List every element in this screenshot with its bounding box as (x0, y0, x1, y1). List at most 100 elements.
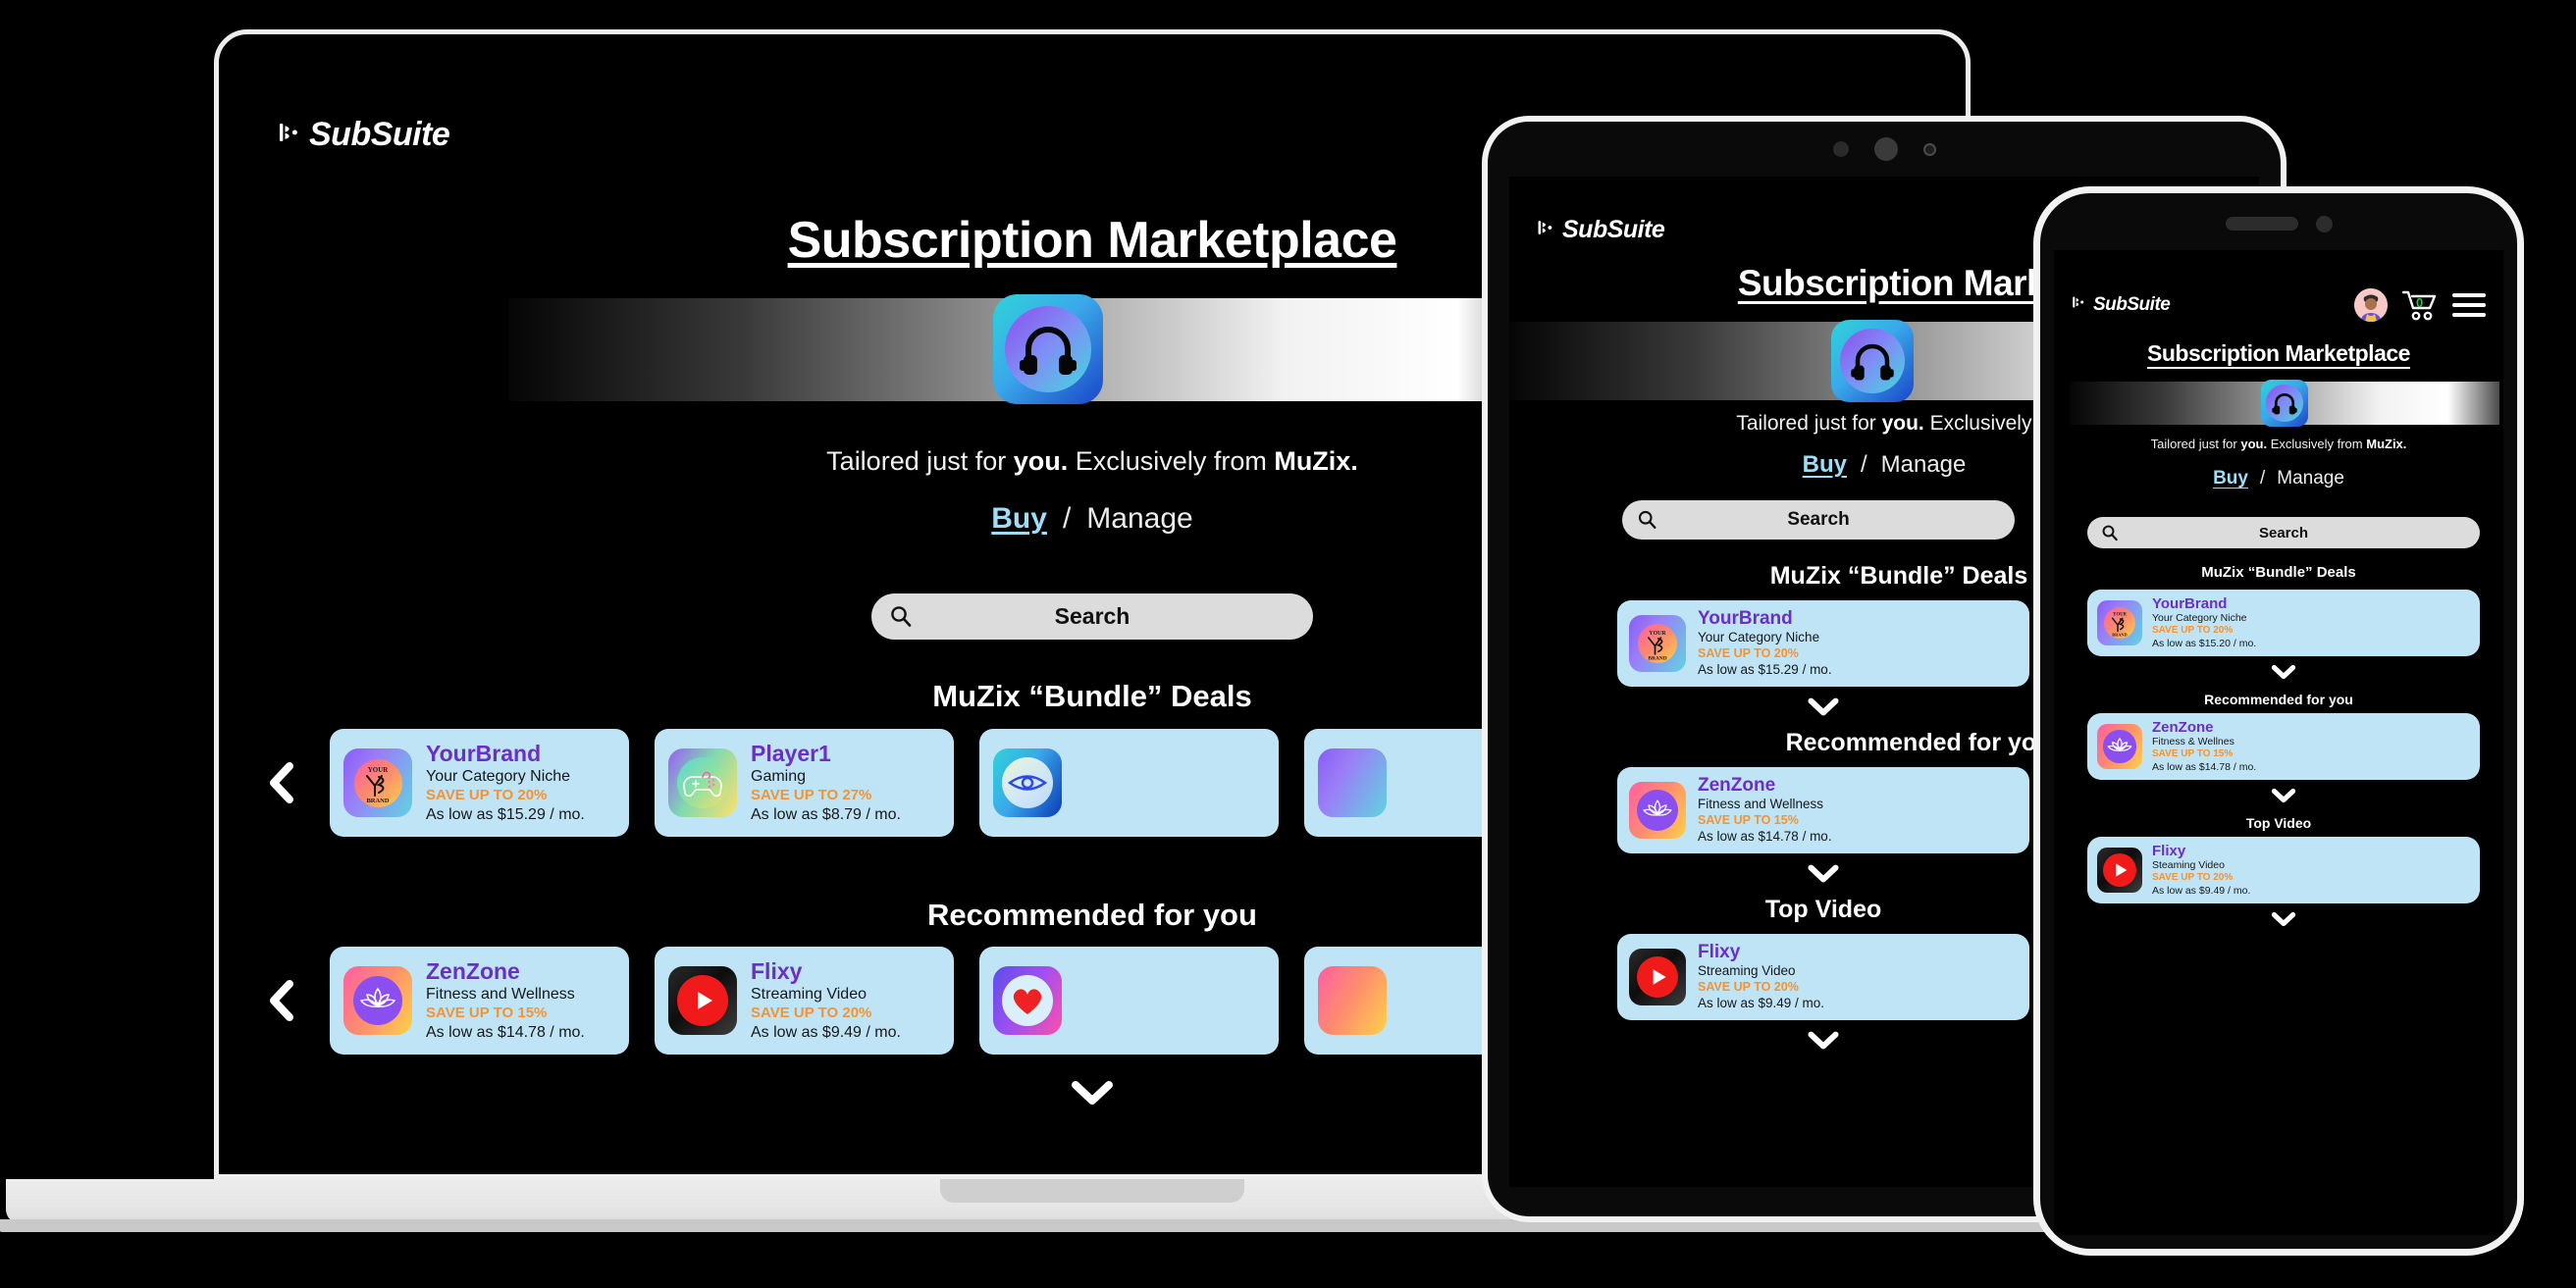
gamepad-icon (668, 748, 737, 817)
card-player1[interactable]: Player1 Gaming SAVE UP TO 27% As low as … (655, 729, 954, 837)
yourbrand-logo-icon: YOUR BRAND (2097, 600, 2142, 645)
headphones-disc (2266, 385, 2303, 422)
phone-expand-button-1[interactable] (2087, 664, 2480, 680)
hero-banner (508, 294, 1588, 404)
brand-logo[interactable]: SubSuite (1537, 216, 1665, 244)
card-flixy[interactable]: Flixy Streaming Video SAVE UP TO 20% As … (655, 947, 954, 1055)
search-input[interactable]: Search (2087, 517, 2480, 548)
nav-separator: / (1062, 502, 1072, 535)
chevron-left-icon (270, 762, 293, 803)
search-label: Search (2258, 524, 2309, 541)
nav-manage-link[interactable]: Manage (1086, 502, 1192, 536)
hero-banner (2070, 380, 2499, 427)
placeholder-icon (1318, 748, 1387, 817)
card-body: Flixy Streaming Video SAVE UP TO 20% As … (1698, 942, 2018, 1011)
muzix-headphones-icon[interactable] (2261, 380, 2308, 427)
card-yourbrand[interactable]: YOUR BRAND YourBrand Your Category Niche… (330, 729, 629, 837)
lotus-circle (2103, 730, 2136, 763)
card-name: YourBrand (1698, 608, 1793, 630)
chevron-down-icon (1808, 1031, 1839, 1050)
card-zenzone[interactable]: ZenZone Fitness and Wellness SAVE UP TO … (330, 947, 629, 1055)
card-zenzone[interactable]: ZenZone Fitness & Wellnes SAVE UP TO 15%… (2087, 713, 2480, 780)
user-avatar[interactable] (2354, 288, 2388, 322)
card-flixy[interactable]: Flixy Steaming Video SAVE UP TO 20% As l… (2087, 837, 2480, 903)
nav-manage-link[interactable]: Manage (2277, 468, 2344, 489)
brand-logo[interactable]: SubSuite (278, 116, 450, 154)
card-body: Flixy Streaming Video SAVE UP TO 20% As … (751, 958, 940, 1042)
play-glyph (1653, 969, 1666, 985)
yb-circle: YOUR BRAND (2103, 606, 2136, 640)
card-price: As low as $9.49 / mo. (751, 1023, 901, 1041)
card-category: Fitness and Wellness (1698, 797, 1824, 812)
card-category: Your Category Niche (1698, 630, 1820, 645)
hamburger-menu-icon[interactable] (2452, 293, 2486, 317)
avatar-glyph (2354, 288, 2388, 322)
nav-separator: / (2259, 468, 2266, 489)
nav-row: Buy / Manage (2054, 468, 2503, 489)
shopping-cart-icon[interactable]: 0 (2401, 289, 2439, 321)
tagline-you: you. (2240, 437, 2268, 451)
play-glyph (2116, 863, 2128, 877)
card-price: As low as $9.49 / mo. (1698, 995, 1825, 1010)
tablet-expand-button-2[interactable] (1617, 863, 2029, 884)
card-category: Fitness & Wellnes (2152, 736, 2234, 748)
lotus-glyph (1643, 799, 1672, 816)
chevron-down-icon (1072, 1081, 1113, 1105)
brand-name: SubSuite (309, 116, 450, 153)
subsuite-mark-icon (1537, 216, 1556, 244)
tagline-middle: Exclusively from (1068, 446, 1275, 476)
lotus-icon (343, 966, 412, 1035)
card-save-badge: SAVE UP TO 20% (1698, 980, 1799, 995)
lotus-icon (2097, 724, 2142, 769)
heart-icon (993, 966, 1062, 1035)
card-save-badge: SAVE UP TO 27% (751, 786, 872, 803)
nav-buy-link[interactable]: Buy (991, 502, 1047, 536)
gamepad-glyph (683, 771, 722, 798)
tagline-you: you. (1013, 446, 1069, 476)
tagline-prefix: Tailored just for (1736, 412, 1882, 435)
search-input[interactable]: Search (871, 593, 1313, 640)
card-yourbrand[interactable]: YOUR BRAND YourBrand Your Category Niche… (1617, 600, 2029, 687)
bundle-prev-button[interactable] (253, 729, 312, 837)
page-title: Subscription Marketplace (2147, 340, 2410, 366)
card-flixy[interactable]: Flixy Streaming Video SAVE UP TO 20% As … (1617, 934, 2029, 1020)
card-price: As low as $15.29 / mo. (1698, 661, 1832, 677)
card-zenzone[interactable]: ZenZone Fitness and Wellness SAVE UP TO … (1617, 767, 2029, 853)
recommended-prev-button[interactable] (253, 947, 312, 1055)
muzix-headphones-icon[interactable] (993, 294, 1103, 404)
tablet-expand-button-3[interactable] (1617, 1030, 2029, 1051)
headphones-glyph (1851, 343, 1894, 381)
muzix-headphones-icon[interactable] (1830, 320, 1914, 402)
phone-expand-button-3[interactable] (2087, 911, 2480, 927)
play-button-icon (668, 966, 737, 1035)
section-title-top-video: Top Video (2245, 815, 2312, 831)
tablet-expand-button-1[interactable] (1617, 696, 2029, 717)
play-circle (677, 975, 728, 1026)
device-mockup-stage: SubSuite Subscription Marketplace Tailor… (0, 0, 2576, 1288)
card-price: As low as $14.78 / mo. (1698, 828, 1832, 844)
brand-logo[interactable]: SubSuite (2072, 294, 2171, 316)
chevron-down-icon (2271, 664, 2296, 680)
lotus-circle (1637, 790, 1678, 831)
card-eye-partial[interactable] (979, 729, 1279, 837)
nav-buy-link[interactable]: Buy (2213, 468, 2248, 489)
card-heart-partial[interactable] (979, 947, 1279, 1055)
subsuite-mark-icon (2072, 294, 2087, 316)
tagline: Tailored just for you. Exclusively from … (2054, 437, 2503, 451)
yb-circle: YOUR BRAND (353, 758, 402, 807)
svg-text:YOUR: YOUR (1649, 631, 1666, 637)
subsuite-mark-icon (278, 116, 303, 154)
card-body: ZenZone Fitness & Wellnes SAVE UP TO 15%… (2152, 719, 2470, 774)
search-input[interactable]: Search (1622, 500, 2015, 540)
lotus-glyph (2107, 737, 2132, 751)
nav-buy-link[interactable]: Buy (1803, 451, 1847, 479)
section-title-recommended: Recommended for you (2204, 692, 2353, 707)
phone-expand-button-2[interactable] (2087, 788, 2480, 803)
headphones-glyph (1019, 327, 1077, 375)
phone-camera-icon (2315, 215, 2333, 232)
card-yourbrand[interactable]: YOUR BRAND YourBrand Your Category Niche… (2087, 590, 2480, 656)
play-button-icon (2097, 848, 2142, 893)
nav-manage-link[interactable]: Manage (1881, 451, 1967, 479)
eye-circle (1002, 757, 1053, 808)
card-name: Flixy (2152, 843, 2186, 859)
